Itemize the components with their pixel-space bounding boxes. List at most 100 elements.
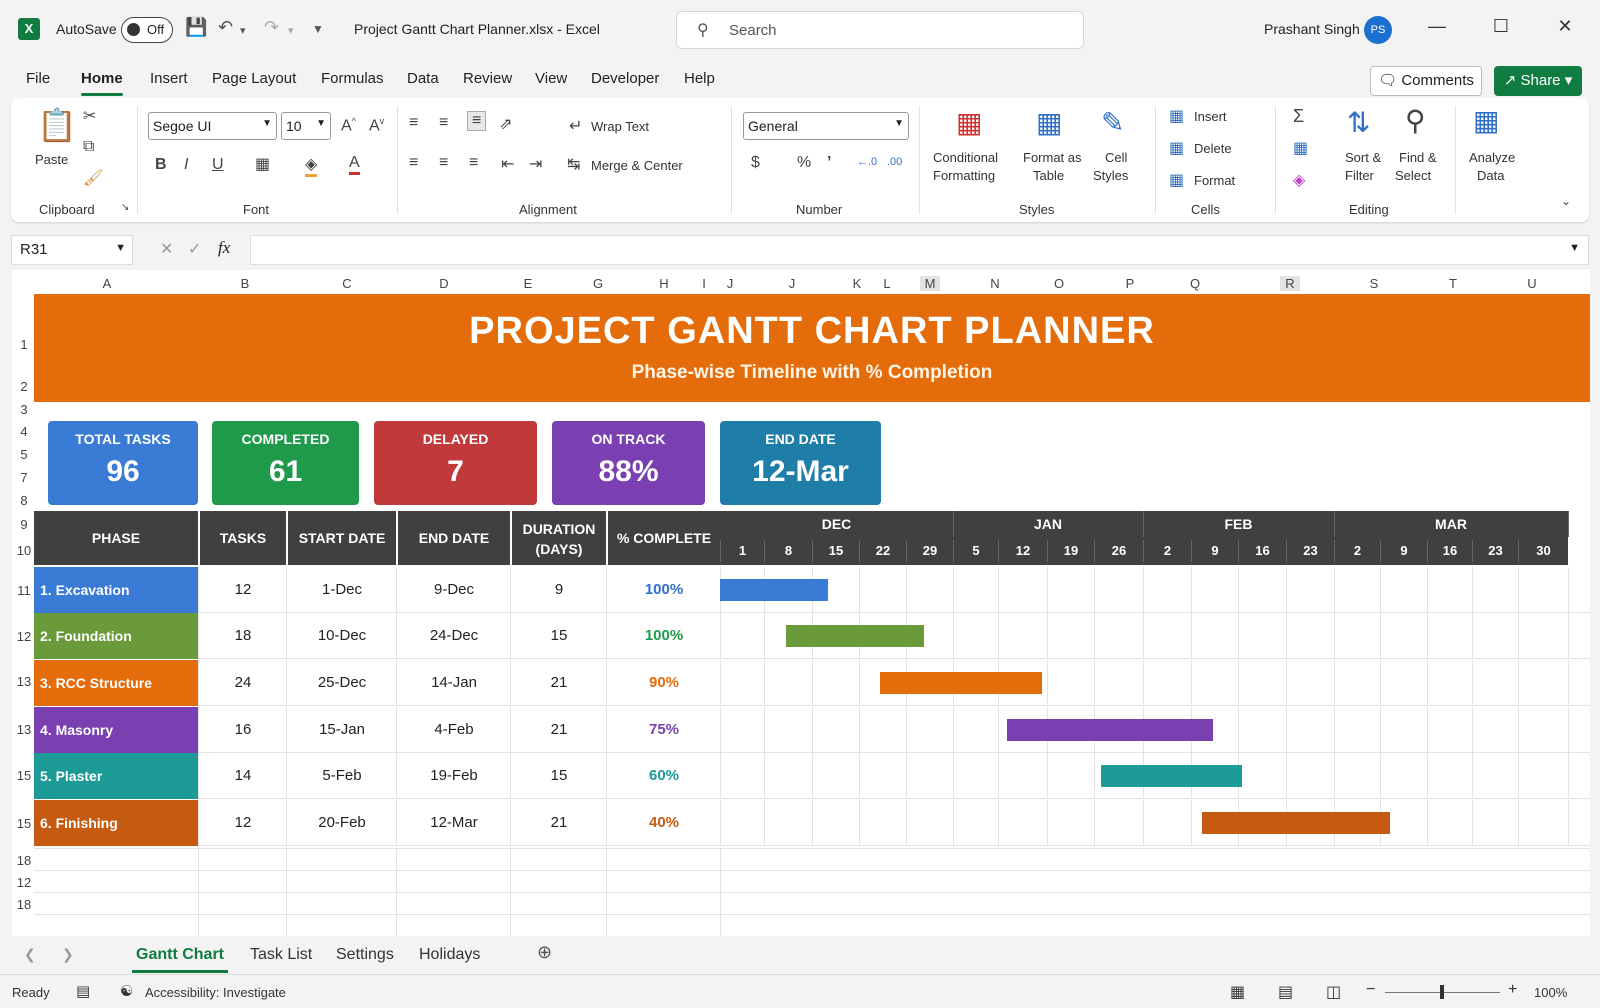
align-center-icon[interactable]: ≡ xyxy=(439,154,448,172)
format-cells-icon[interactable]: ▦ xyxy=(1169,170,1184,190)
clear-icon[interactable]: ◈ xyxy=(1293,170,1305,190)
collapse-ribbon-icon[interactable]: ⌄ xyxy=(1561,194,1571,208)
row-header[interactable]: 5 xyxy=(12,447,36,462)
find-select-line1[interactable]: Find & xyxy=(1399,150,1437,165)
align-top-icon[interactable]: ≡ xyxy=(409,114,418,132)
column-header[interactable]: N xyxy=(985,276,1005,291)
underline-icon[interactable]: U xyxy=(212,156,224,174)
row-header[interactable]: 9 xyxy=(12,517,36,532)
sheet-tab-gantt-chart[interactable]: Gantt Chart xyxy=(132,946,228,973)
column-header[interactable]: M xyxy=(920,276,940,291)
row-header[interactable]: 13 xyxy=(12,674,36,689)
autosum-icon[interactable]: Σ xyxy=(1293,106,1304,127)
maximize-icon[interactable]: ☐ xyxy=(1486,16,1516,37)
column-header[interactable]: U xyxy=(1522,276,1542,291)
normal-view-icon[interactable]: ▦ xyxy=(1230,982,1245,1002)
zoom-in-icon[interactable]: + xyxy=(1508,981,1517,999)
column-header[interactable]: J xyxy=(720,276,740,291)
row-header[interactable]: 11 xyxy=(12,583,36,598)
scroll-left-icon[interactable]: ❮ xyxy=(24,946,36,963)
align-left-icon[interactable]: ≡ xyxy=(409,154,418,172)
tab-help[interactable]: Help xyxy=(684,70,715,87)
column-header[interactable]: B xyxy=(235,276,255,291)
gantt-bar[interactable] xyxy=(1006,719,1214,741)
user-name[interactable]: Prashant Singh xyxy=(1264,21,1360,37)
format-as-table-icon[interactable]: ▦ xyxy=(1036,106,1062,139)
autosave-toggle[interactable]: Off xyxy=(121,17,173,43)
customize-qat-icon[interactable]: ▼ xyxy=(312,22,324,36)
format-as-table-line1[interactable]: Format as xyxy=(1023,150,1082,165)
tab-data[interactable]: Data xyxy=(407,70,439,87)
column-header[interactable]: T xyxy=(1443,276,1463,291)
fill-color-icon[interactable]: ◈ xyxy=(305,154,318,177)
zoom-level[interactable]: 100% xyxy=(1534,985,1567,1000)
column-header[interactable]: S xyxy=(1364,276,1384,291)
macro-record-icon[interactable]: ▤ xyxy=(76,982,90,1000)
column-header[interactable]: R xyxy=(1280,276,1300,291)
column-header[interactable]: H xyxy=(654,276,674,291)
copy-icon[interactable]: ⧉ xyxy=(83,138,94,156)
paste-button[interactable]: Paste xyxy=(35,152,68,167)
wrap-text-button[interactable]: Wrap Text xyxy=(591,119,649,134)
column-header[interactable]: J xyxy=(782,276,802,291)
clipboard-launcher-icon[interactable]: ↘ xyxy=(121,202,129,213)
column-header[interactable]: D xyxy=(434,276,454,291)
sheet-tab-task-list[interactable]: Task List xyxy=(250,946,312,964)
merge-center-button[interactable]: Merge & Center xyxy=(591,158,683,173)
align-middle-icon[interactable]: ≡ xyxy=(439,114,448,132)
zoom-out-icon[interactable]: − xyxy=(1366,981,1375,999)
bold-icon[interactable]: B xyxy=(155,156,167,174)
paste-icon[interactable]: 📋 xyxy=(37,106,77,144)
sort-filter-icon[interactable]: ⇅ xyxy=(1347,106,1370,139)
insert-cells-icon[interactable]: ▦ xyxy=(1169,106,1184,126)
column-header[interactable]: I xyxy=(694,276,714,291)
row-header[interactable]: 12 xyxy=(12,875,36,890)
search-box[interactable]: ⚲ Search xyxy=(676,11,1084,49)
delete-cells-icon[interactable]: ▦ xyxy=(1169,138,1184,158)
number-format-select[interactable]: General ▼ xyxy=(743,112,909,140)
gantt-bar[interactable] xyxy=(1100,765,1242,787)
undo-dropdown-icon[interactable]: ▾ xyxy=(240,24,246,37)
expand-formula-icon[interactable]: ▼ xyxy=(1569,242,1580,254)
borders-icon[interactable]: ▦ xyxy=(255,154,270,174)
redo-dropdown-icon[interactable]: ▾ xyxy=(288,24,294,37)
row-header[interactable]: 2 xyxy=(12,379,36,394)
align-bottom-icon[interactable]: ≡ xyxy=(467,111,487,131)
find-select-icon[interactable]: ⚲ xyxy=(1405,104,1426,137)
cut-icon[interactable]: ✂ xyxy=(83,106,96,126)
page-break-view-icon[interactable]: ◫ xyxy=(1326,982,1341,1002)
gantt-bar[interactable] xyxy=(879,672,1042,694)
column-header[interactable]: L xyxy=(877,276,897,291)
tab-formulas[interactable]: Formulas xyxy=(321,70,384,87)
merge-center-icon[interactable]: ↹ xyxy=(567,154,580,174)
avatar[interactable]: PS xyxy=(1364,16,1392,44)
delete-cells-button[interactable]: Delete xyxy=(1194,141,1232,156)
row-header[interactable]: 13 xyxy=(12,722,36,737)
decrease-indent-icon[interactable]: ⇤ xyxy=(501,154,514,174)
comments-button[interactable]: 🗨 Comments xyxy=(1370,66,1482,96)
percent-icon[interactable]: % xyxy=(797,154,811,172)
cell-styles-line2[interactable]: Styles xyxy=(1093,168,1128,183)
zoom-slider-thumb[interactable] xyxy=(1440,985,1444,999)
row-header[interactable]: 8 xyxy=(12,493,36,508)
comma-icon[interactable]: ’ xyxy=(827,154,831,172)
column-header[interactable]: Q xyxy=(1185,276,1205,291)
row-header[interactable]: 7 xyxy=(12,470,36,485)
row-header[interactable]: 3 xyxy=(12,402,36,417)
tab-review[interactable]: Review xyxy=(463,70,512,87)
format-as-table-line2[interactable]: Table xyxy=(1033,168,1064,183)
column-header[interactable]: G xyxy=(588,276,608,291)
enter-formula-icon[interactable]: ✓ xyxy=(188,239,201,259)
row-header[interactable]: 15 xyxy=(12,816,36,831)
column-header[interactable]: O xyxy=(1049,276,1069,291)
close-icon[interactable]: ✕ xyxy=(1550,16,1580,37)
font-color-icon[interactable]: A xyxy=(349,154,360,175)
tab-developer[interactable]: Developer xyxy=(591,70,659,87)
cell-styles-line1[interactable]: Cell xyxy=(1105,150,1127,165)
sort-filter-line1[interactable]: Sort & xyxy=(1345,150,1381,165)
name-box-dropdown-icon[interactable]: ▼ xyxy=(115,242,126,254)
column-header[interactable]: K xyxy=(847,276,867,291)
page-layout-view-icon[interactable]: ▤ xyxy=(1278,982,1293,1002)
conditional-formatting-icon[interactable]: ▦ xyxy=(956,106,982,139)
column-header[interactable]: P xyxy=(1120,276,1140,291)
